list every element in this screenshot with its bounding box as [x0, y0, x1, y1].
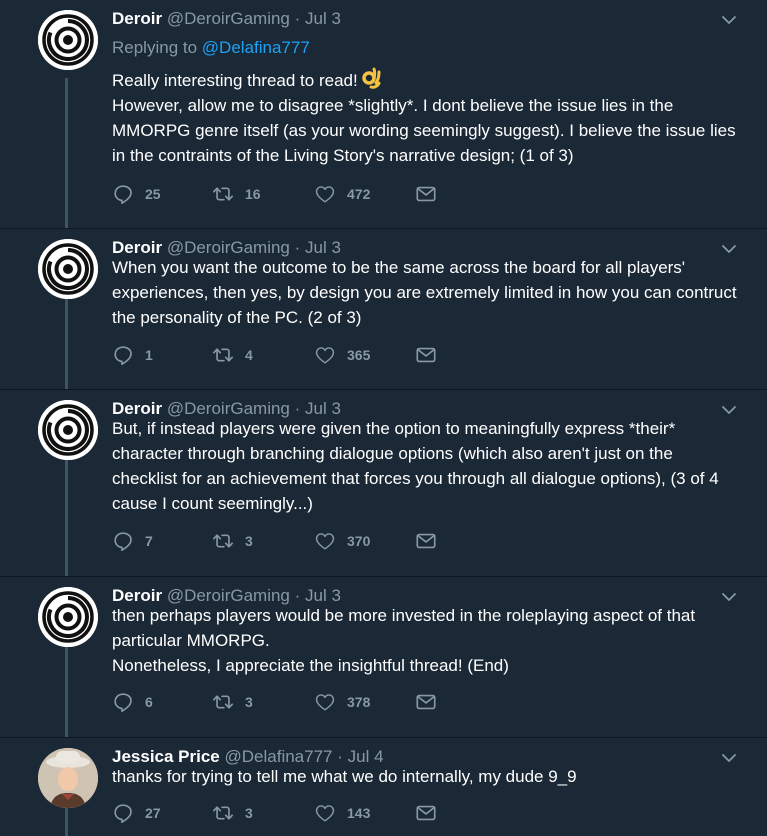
- ok-hand-emoji: [361, 67, 381, 89]
- jessica-price-avatar-icon: [38, 748, 98, 808]
- like-count: 378: [347, 694, 371, 710]
- tweet-date[interactable]: Jul 3: [305, 9, 341, 28]
- tweet-text-line: But, if instead players were given the o…: [112, 419, 719, 513]
- tweet-header: Deroir @DeroirGaming · Jul 3: [112, 8, 707, 30]
- avatar[interactable]: [38, 587, 98, 647]
- like-button[interactable]: 365: [314, 344, 370, 366]
- retweet-count: 3: [245, 805, 253, 821]
- reply-count: 1: [145, 347, 153, 363]
- reply-count: 7: [145, 533, 153, 549]
- separator-dot: ·: [294, 9, 301, 28]
- reply-button[interactable]: 1: [112, 344, 153, 366]
- tweet[interactable]: Deroir @DeroirGaming · Jul 3 But, if ins…: [0, 390, 767, 577]
- tweet-text: thanks for trying to tell me what we do …: [112, 764, 739, 789]
- reply-button[interactable]: 6: [112, 691, 153, 713]
- deroir-logo-icon: [38, 400, 98, 460]
- replying-to: Replying to @Delafina777: [112, 38, 310, 58]
- deroir-logo-icon: [38, 239, 98, 299]
- avatar[interactable]: [38, 239, 98, 299]
- reply-button[interactable]: 27: [112, 802, 161, 824]
- retweet-count: 16: [245, 186, 261, 202]
- retweet-button[interactable]: 3: [212, 691, 253, 713]
- avatar[interactable]: [38, 748, 98, 808]
- reply-icon: [112, 691, 134, 713]
- retweet-button[interactable]: 4: [212, 344, 253, 366]
- display-name[interactable]: Deroir: [112, 9, 162, 28]
- tweet-text-line: Nonetheless, I appreciate the insightful…: [112, 656, 509, 675]
- like-count: 472: [347, 186, 371, 202]
- retweet-button[interactable]: 3: [212, 530, 253, 552]
- retweet-count: 3: [245, 694, 253, 710]
- retweet-count: 4: [245, 347, 253, 363]
- tweet-text-span: Really interesting thread to read!: [112, 71, 358, 90]
- user-handle[interactable]: @DeroirGaming: [167, 9, 290, 28]
- reply-button[interactable]: 7: [112, 530, 153, 552]
- tweet[interactable]: Deroir @DeroirGaming · Jul 3 Replying to…: [0, 0, 767, 229]
- message-icon: [415, 691, 437, 713]
- message-icon: [415, 344, 437, 366]
- message-button[interactable]: [415, 691, 437, 713]
- like-count: 370: [347, 533, 371, 549]
- retweet-button[interactable]: 3: [212, 802, 253, 824]
- reply-count: 6: [145, 694, 153, 710]
- tweet[interactable]: Jessica Price @Delafina777 · Jul 4 thank…: [0, 738, 767, 836]
- like-icon: [314, 691, 336, 713]
- deroir-logo-icon: [38, 587, 98, 647]
- tweet-text-line: thanks for trying to tell me what we do …: [112, 767, 577, 786]
- tweet-text: But, if instead players were given the o…: [112, 416, 739, 516]
- tweet-text-line: then perhaps players would be more inves…: [112, 606, 696, 650]
- retweet-icon: [212, 691, 234, 713]
- retweet-icon: [212, 183, 234, 205]
- tweet-thread: Deroir @DeroirGaming · Jul 3 Replying to…: [0, 0, 767, 836]
- tweet-text: Really interesting thread to read! Howev…: [112, 67, 739, 168]
- message-button[interactable]: [415, 530, 437, 552]
- mention-link[interactable]: @Delafina777: [202, 38, 310, 57]
- reply-count: 27: [145, 805, 161, 821]
- retweet-count: 3: [245, 533, 253, 549]
- deroir-logo-icon: [38, 10, 98, 70]
- tweet[interactable]: Deroir @DeroirGaming · Jul 3 then perhap…: [0, 577, 767, 738]
- retweet-button[interactable]: 16: [212, 183, 261, 205]
- tweet-text-line: When you want the outcome to be the same…: [112, 258, 737, 327]
- tweet-text: then perhaps players would be more inves…: [112, 603, 739, 678]
- message-button[interactable]: [415, 344, 437, 366]
- retweet-icon: [212, 530, 234, 552]
- like-icon: [314, 802, 336, 824]
- avatar[interactable]: [38, 400, 98, 460]
- like-button[interactable]: 143: [314, 802, 370, 824]
- reply-icon: [112, 802, 134, 824]
- chevron-down-icon[interactable]: [721, 12, 737, 28]
- avatar[interactable]: [38, 10, 98, 70]
- tweet-text-line: Really interesting thread to read!: [112, 67, 739, 93]
- like-button[interactable]: 472: [314, 183, 370, 205]
- retweet-icon: [212, 802, 234, 824]
- message-icon: [415, 802, 437, 824]
- reply-icon: [112, 183, 134, 205]
- reply-icon: [112, 530, 134, 552]
- like-button[interactable]: 378: [314, 691, 370, 713]
- reply-count: 25: [145, 186, 161, 202]
- like-icon: [314, 183, 336, 205]
- tweet-text: When you want the outcome to be the same…: [112, 255, 739, 330]
- reply-button[interactable]: 25: [112, 183, 161, 205]
- message-icon: [415, 530, 437, 552]
- like-button[interactable]: 370: [314, 530, 370, 552]
- retweet-icon: [212, 344, 234, 366]
- tweet[interactable]: Deroir @DeroirGaming · Jul 3 When you wa…: [0, 229, 767, 390]
- message-icon: [415, 183, 437, 205]
- like-icon: [314, 344, 336, 366]
- like-count: 143: [347, 805, 371, 821]
- reply-icon: [112, 344, 134, 366]
- like-count: 365: [347, 347, 371, 363]
- like-icon: [314, 530, 336, 552]
- message-button[interactable]: [415, 802, 437, 824]
- message-button[interactable]: [415, 183, 437, 205]
- replying-to-label: Replying to: [112, 38, 198, 57]
- tweet-text-line: However, allow me to disagree *slightly*…: [112, 96, 736, 165]
